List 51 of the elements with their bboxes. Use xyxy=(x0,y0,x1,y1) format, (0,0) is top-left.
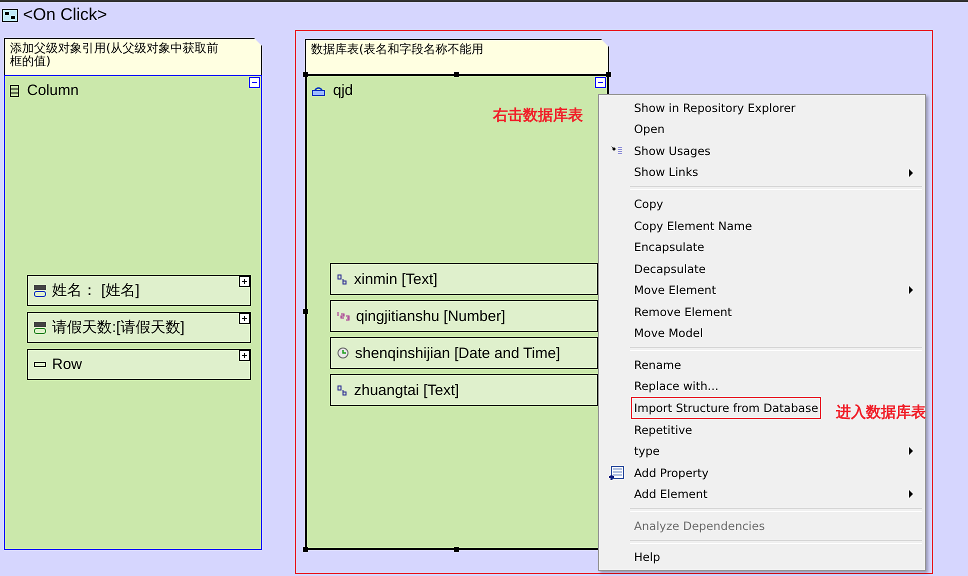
menu-item[interactable]: Add Property xyxy=(634,466,709,480)
child-element[interactable]: shenqinshijian [Date and Time] xyxy=(330,337,598,369)
menu-item[interactable]: Add Element xyxy=(634,487,708,502)
label-icon xyxy=(34,322,46,334)
menu-item[interactable]: Remove Element xyxy=(634,304,732,319)
window-icon xyxy=(2,8,18,22)
child-element[interactable]: qingjitianshu [Number] xyxy=(330,300,598,332)
clock-icon xyxy=(337,347,349,359)
child-element[interactable]: Row xyxy=(27,349,251,380)
child-element[interactable]: xinmin [Text] xyxy=(330,263,598,295)
comment-note: 添加父级对象引用(从父级对象中获取前 框的值) xyxy=(4,38,262,75)
annotation-text: 进入数据库表 xyxy=(836,403,926,422)
element-name: qjd xyxy=(333,82,354,99)
label-icon xyxy=(34,284,46,296)
collapse-toggle[interactable] xyxy=(249,77,260,88)
element-name: Column xyxy=(27,82,79,99)
element-box[interactable]: Column 姓名： [姓名] 请假天数:[请假天数] Row xyxy=(4,75,262,550)
menu-item[interactable]: Move Model xyxy=(634,326,704,340)
annotation-text: 右击数据库表 xyxy=(493,106,583,125)
row-icon xyxy=(34,362,46,367)
menu-item[interactable]: Decapsulate xyxy=(634,262,706,276)
menu-item[interactable]: Repetitive xyxy=(634,422,692,437)
menu-item[interactable]: Copy xyxy=(634,196,664,211)
expand-toggle[interactable] xyxy=(239,350,250,361)
number-type-icon xyxy=(337,311,350,321)
column-icon xyxy=(10,84,19,96)
menu-item[interactable]: Encapsulate xyxy=(634,240,704,254)
list-add-icon xyxy=(609,466,624,480)
expand-toggle[interactable] xyxy=(239,313,250,324)
menu-item[interactable]: Rename xyxy=(634,358,682,372)
comment-note: 数据库表(表名和字段名称不能用 xyxy=(305,39,609,74)
menu-item[interactable]: Copy Element Name xyxy=(634,218,752,233)
expand-toggle[interactable] xyxy=(239,276,250,287)
menu-item[interactable]: Replace with... xyxy=(634,379,719,394)
menu-item[interactable]: type xyxy=(634,444,660,458)
menu-item[interactable]: Show in Repository Explorer xyxy=(634,100,796,115)
text-type-icon xyxy=(337,274,348,284)
child-element[interactable]: zhuangtai [Text] xyxy=(330,374,598,406)
menu-item[interactable]: Show Links xyxy=(634,165,698,180)
menu-item[interactable]: Show Usages xyxy=(634,144,711,158)
menu-item[interactable]: Help xyxy=(634,550,660,564)
menu-item[interactable]: Open xyxy=(634,122,665,136)
menu-item[interactable]: Move Element xyxy=(634,283,716,298)
collapse-toggle[interactable] xyxy=(595,77,606,88)
child-element[interactable]: 姓名： [姓名] xyxy=(27,275,251,306)
table-icon xyxy=(312,86,325,96)
pointer-icon xyxy=(610,146,622,156)
diagram-title: <On Click> xyxy=(23,5,108,25)
text-type-icon xyxy=(337,384,348,396)
child-element[interactable]: 请假天数:[请假天数] xyxy=(27,312,251,343)
menu-item[interactable]: Import Structure from Database xyxy=(632,398,820,418)
